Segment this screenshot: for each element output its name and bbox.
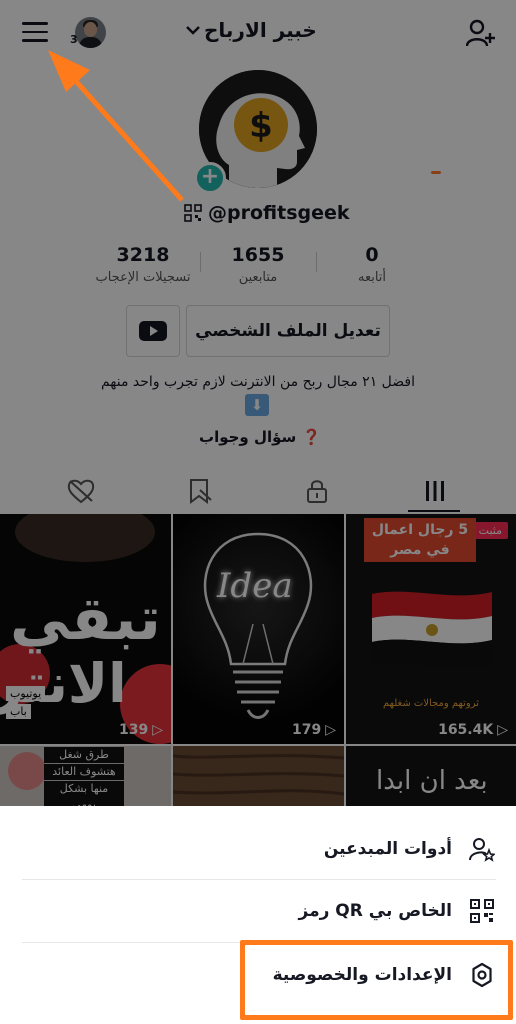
menu-item-label: رمز QR الخاص بي bbox=[298, 901, 453, 921]
menu-item-my-qr-code[interactable]: رمز QR الخاص بي bbox=[22, 880, 496, 942]
creator-tools-icon bbox=[468, 835, 496, 863]
annotation-highlight-box bbox=[240, 940, 513, 1020]
profile-page: 3 خبير الارباح $ + @profitsgeek 3218 تسج… bbox=[0, 0, 516, 1024]
qr-code-icon bbox=[468, 897, 496, 925]
menu-item-creator-tools[interactable]: أدوات المبدعين bbox=[22, 818, 496, 880]
menu-item-label: أدوات المبدعين bbox=[323, 839, 452, 859]
modal-backdrop[interactable] bbox=[0, 0, 516, 806]
